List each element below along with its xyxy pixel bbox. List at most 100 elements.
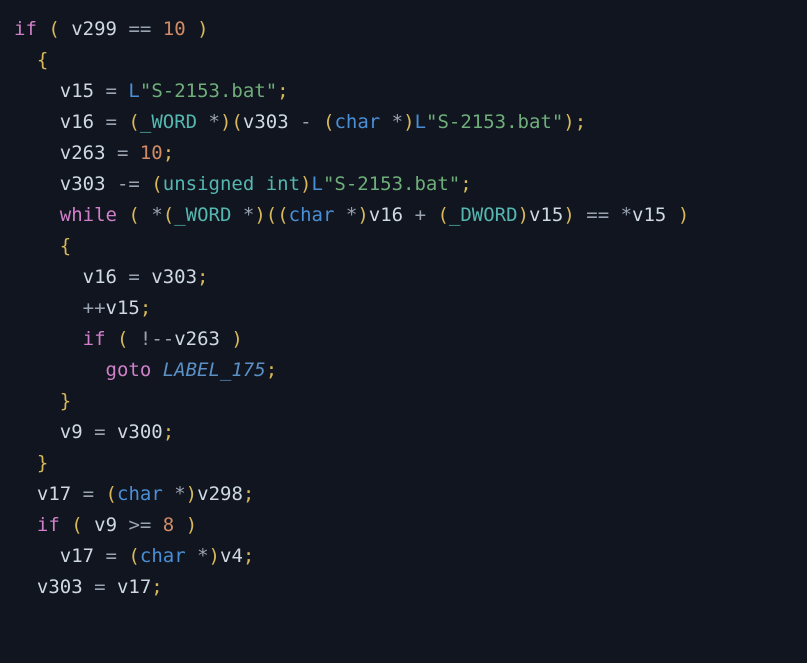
code-token — [163, 483, 174, 505]
code-token — [609, 204, 620, 226]
code-token: * — [174, 483, 185, 505]
code-token: v15 — [106, 297, 140, 319]
code-token: "S-2153.bat" — [323, 173, 460, 195]
code-token: ) — [563, 204, 574, 226]
code-token — [14, 390, 60, 412]
code-token: v16 — [14, 111, 106, 133]
code-token — [117, 204, 128, 226]
code-token — [117, 111, 128, 133]
code-token: ; — [243, 545, 254, 567]
code-token: ) — [357, 204, 368, 226]
code-token — [151, 18, 162, 40]
code-token — [140, 173, 151, 195]
code-token: = — [94, 576, 105, 598]
code-token: "S-2153.bat" — [426, 111, 563, 133]
code-token: * — [243, 204, 254, 226]
code-token — [128, 328, 139, 350]
code-token: -= — [117, 173, 140, 195]
code-token: * — [621, 204, 632, 226]
code-token: v9 — [83, 514, 129, 536]
code-token: L — [415, 111, 426, 133]
code-token — [174, 514, 185, 536]
code-token: v303 — [243, 111, 300, 133]
code-token: v15 — [14, 80, 106, 102]
code-token — [14, 452, 37, 474]
code-line: v9 = v300; — [14, 421, 174, 443]
code-token: ; — [266, 359, 277, 381]
code-token: ) — [403, 111, 414, 133]
code-token: ) — [518, 204, 529, 226]
code-token: if — [83, 328, 106, 350]
code-token — [426, 204, 437, 226]
code-token: * — [197, 545, 208, 567]
code-token: v303 — [14, 173, 117, 195]
code-token: = — [106, 111, 117, 133]
code-token: ) — [186, 483, 197, 505]
code-token: v17 — [14, 483, 83, 505]
code-token — [575, 204, 586, 226]
code-token: v17 — [106, 576, 152, 598]
code-token: v15 — [632, 204, 678, 226]
code-token: LABEL_175 — [163, 359, 266, 381]
code-token — [151, 514, 162, 536]
code-line: if ( v9 >= 8 ) — [14, 514, 197, 536]
code-token — [186, 545, 197, 567]
code-line: v16 = v303; — [14, 266, 209, 288]
code-token: { — [37, 49, 48, 71]
code-token — [60, 514, 71, 536]
code-token: char — [140, 545, 186, 567]
code-token: char — [334, 111, 380, 133]
code-token: ; — [197, 266, 208, 288]
code-token: 10 — [140, 142, 163, 164]
code-token: * — [346, 204, 357, 226]
code-token: * — [151, 204, 162, 226]
code-token — [14, 297, 83, 319]
code-token: v303 — [140, 266, 197, 288]
code-token: if — [37, 514, 60, 536]
code-token: ) — [300, 173, 311, 195]
code-token: ( — [128, 204, 139, 226]
code-token — [186, 18, 197, 40]
code-token: ( — [128, 111, 139, 133]
code-token: L — [312, 173, 323, 195]
code-token: ; — [163, 421, 174, 443]
code-token — [117, 80, 128, 102]
code-token: = — [94, 421, 105, 443]
code-token — [380, 111, 391, 133]
code-token — [37, 18, 48, 40]
code-line: ++v15; — [14, 297, 151, 319]
code-line: v17 = (char *)v298; — [14, 483, 254, 505]
code-token: ( — [117, 328, 128, 350]
code-token — [334, 204, 345, 226]
code-token: = — [106, 545, 117, 567]
code-token: 8 — [163, 514, 174, 536]
code-line: v263 = 10; — [14, 142, 174, 164]
code-token: v16 — [369, 204, 415, 226]
code-token — [117, 545, 128, 567]
code-token: v15 — [529, 204, 563, 226]
code-token — [312, 111, 323, 133]
code-token: ) — [678, 204, 689, 226]
code-token: char — [289, 204, 335, 226]
code-token: v263 — [14, 142, 117, 164]
code-line: { — [14, 49, 48, 71]
code-token: v4 — [220, 545, 243, 567]
code-token: ); — [563, 111, 586, 133]
code-token: v298 — [197, 483, 243, 505]
code-token: 10 — [163, 18, 186, 40]
code-token — [140, 204, 151, 226]
code-token: v263 — [174, 328, 231, 350]
code-token: )(( — [254, 204, 288, 226]
code-token: int — [266, 173, 300, 195]
code-token: ( — [151, 173, 162, 195]
code-line: v16 = (_WORD *)(v303 - (char *)L"S-2153.… — [14, 111, 586, 133]
code-token: ) — [186, 514, 197, 536]
code-token: v17 — [14, 545, 106, 567]
code-token: = — [83, 483, 94, 505]
code-line: v17 = (char *)v4; — [14, 545, 254, 567]
code-editor[interactable]: if ( v299 == 10 ) { v15 = L"S-2153.bat";… — [0, 0, 807, 617]
code-token: - — [300, 111, 311, 133]
code-token — [254, 173, 265, 195]
code-token — [106, 328, 117, 350]
code-token: * — [392, 111, 403, 133]
